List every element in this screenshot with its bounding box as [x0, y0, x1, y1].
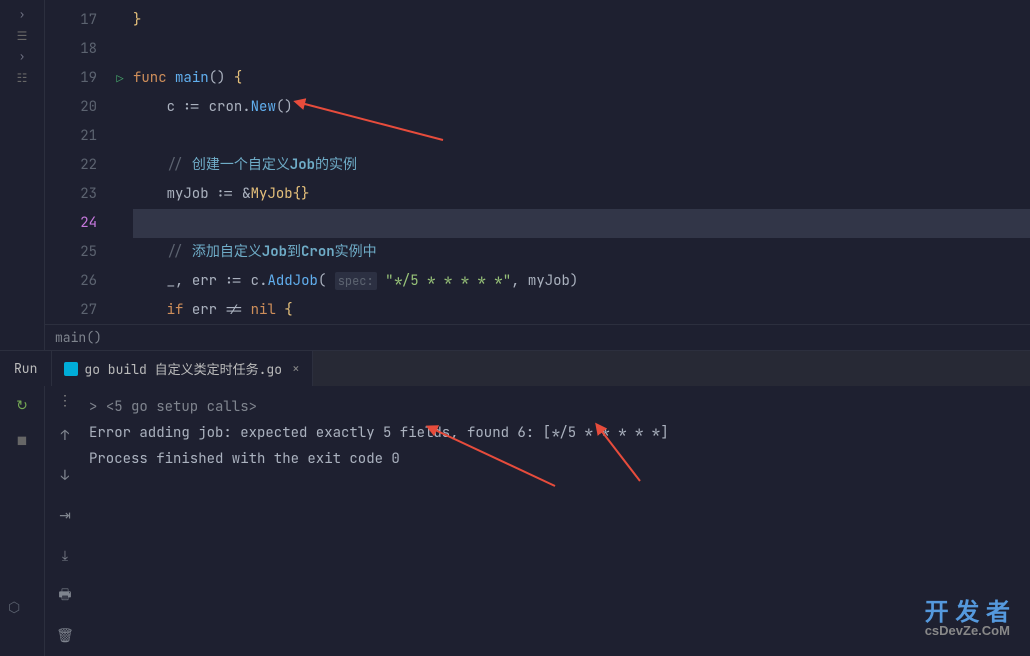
run-label[interactable]: Run: [0, 351, 52, 386]
scroll-to-end-icon[interactable]: ⤓: [51, 542, 79, 570]
file-tree-icon[interactable]: ☰: [17, 28, 28, 44]
method-new: New: [251, 98, 276, 116]
comment: // 添加自定义Job到Cron实例中: [167, 243, 377, 261]
close-tab-icon[interactable]: ×: [292, 360, 300, 377]
keyword-nil: nil: [251, 301, 276, 319]
corner-icon[interactable]: ⬡: [8, 599, 20, 617]
breadcrumb[interactable]: main(): [45, 324, 1030, 350]
collapse-chevron-1[interactable]: ›: [19, 8, 26, 22]
stop-button[interactable]: ■: [8, 428, 36, 456]
more-options[interactable]: ⋮: [50, 392, 80, 410]
method-addjob: AddJob: [267, 272, 317, 290]
rerun-button[interactable]: ↻: [8, 392, 36, 420]
error-output: Error adding job: expected exactly 5 fie…: [89, 420, 1026, 446]
pkg-cron: cron: [209, 98, 243, 116]
project-gutter: › ☰ › ☷: [0, 0, 45, 350]
print-icon[interactable]: 🖶: [51, 582, 79, 610]
run-tab-bar: Run go build 自定义类定时任务.go ×: [0, 351, 1030, 386]
scroll-up-icon[interactable]: ↑: [51, 422, 79, 450]
run-tab-name: go build 自定义类定时任务.go: [84, 359, 282, 378]
var-myjob: myJob: [167, 185, 209, 203]
run-gutter: ▷: [107, 0, 133, 324]
param-hint: spec:: [335, 272, 377, 290]
soft-wrap-icon[interactable]: ⇥: [51, 502, 79, 530]
code-brace: }: [133, 11, 141, 29]
keyword-if: if: [167, 301, 184, 319]
console-output[interactable]: > <5 go setup calls> Error adding job: e…: [85, 386, 1030, 656]
go-icon: [64, 362, 78, 376]
exit-status: Process finished with the exit code 0: [89, 446, 1026, 472]
type-myjob: MyJob: [251, 185, 293, 203]
collapse-chevron-2[interactable]: ›: [19, 50, 26, 64]
file-tree-icon-2[interactable]: ☷: [17, 70, 28, 86]
delete-icon[interactable]: 🗑: [51, 622, 79, 650]
line-number-gutter: 17 18 19 20 21 22 23 24 25 26 27: [45, 0, 107, 324]
setup-calls-fold: <5 go setup calls>: [106, 398, 257, 416]
comment: // 创建一个自定义Job的实例: [167, 156, 357, 174]
code-editor[interactable]: 17 18 19 20 21 22 23 24 25 26 27 ▷: [45, 0, 1030, 324]
var-err: err: [192, 272, 217, 290]
watermark: 开 发 者 csDevZe.CoM: [925, 592, 1010, 638]
string-spec: "*/5 * * * * *": [385, 272, 511, 290]
run-line-icon[interactable]: ▷: [116, 71, 123, 87]
run-config-tab[interactable]: go build 自定义类定时任务.go ×: [52, 351, 312, 386]
var-c: c: [167, 98, 175, 116]
fold-chevron[interactable]: >: [89, 398, 97, 416]
current-line: [133, 209, 1030, 238]
scroll-down-icon[interactable]: ↓: [51, 462, 79, 490]
keyword-func: func: [133, 69, 167, 87]
func-main: main: [175, 69, 209, 87]
